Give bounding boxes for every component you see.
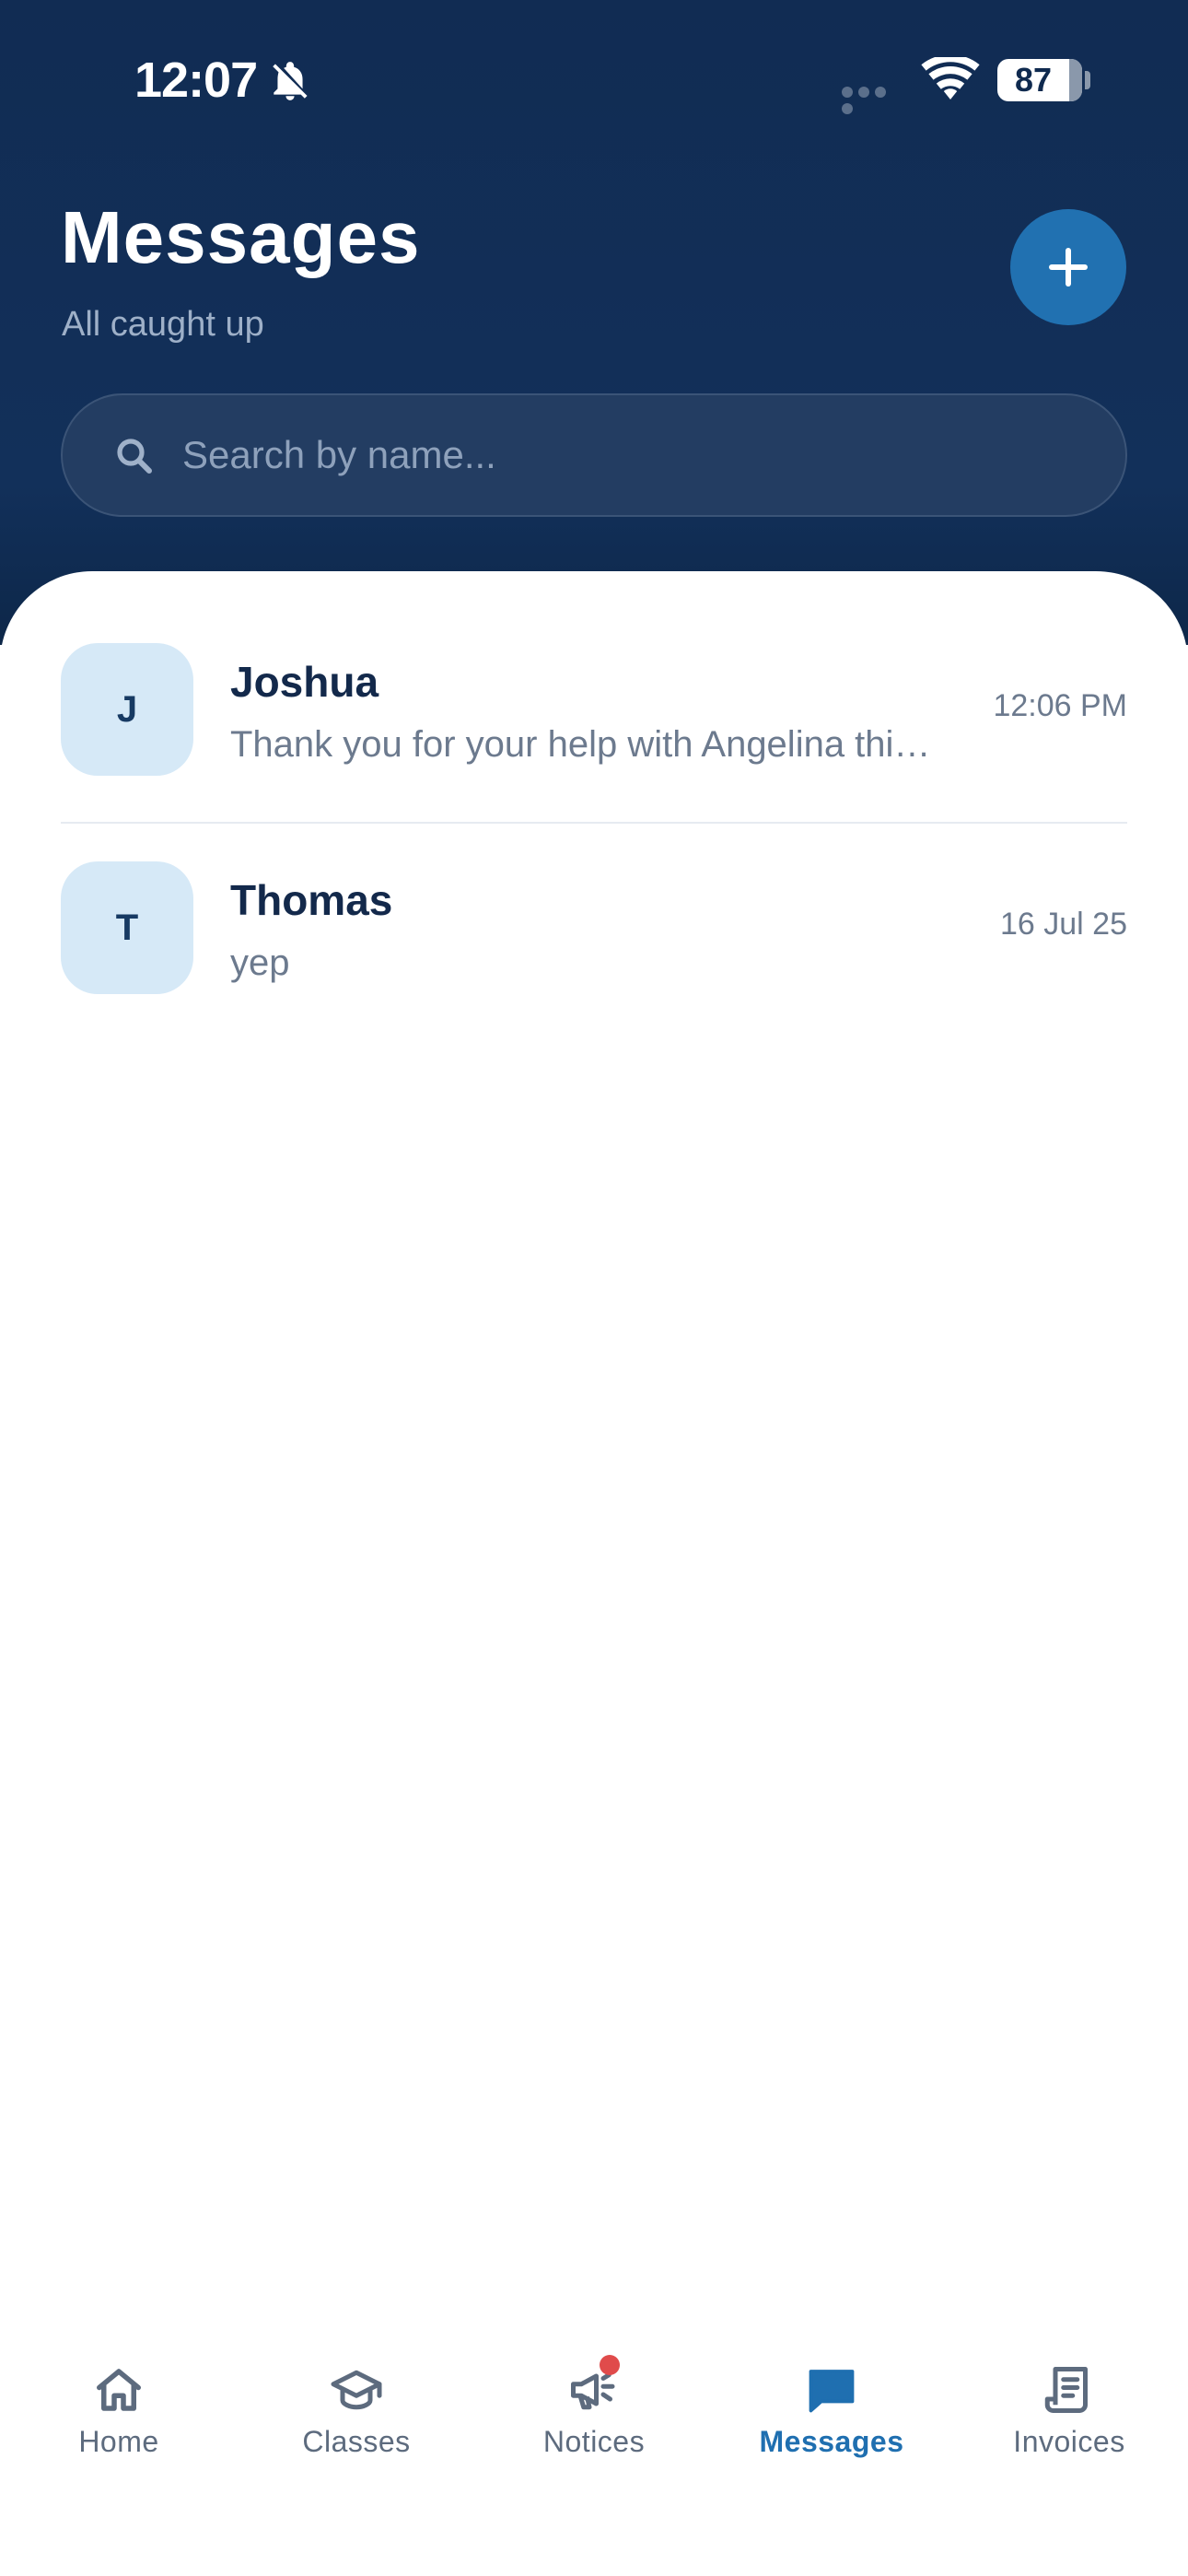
- page-title: Messages: [61, 196, 421, 278]
- new-message-button[interactable]: [1010, 209, 1126, 325]
- notification-badge: [600, 2355, 620, 2375]
- nav-label: Messages: [759, 2425, 904, 2458]
- nav-label: Notices: [542, 2425, 646, 2458]
- home-icon: [97, 2369, 141, 2411]
- nav-item-invoices[interactable]: Invoices: [977, 2322, 1161, 2506]
- cellular-icon: [842, 86, 906, 114]
- chat-bubble-icon: [809, 2370, 855, 2413]
- nav-label: Home: [78, 2425, 159, 2458]
- battery-icon: 87: [997, 59, 1082, 101]
- bottom-navigation: Home Classes Notices Messages Invoices: [0, 2322, 1188, 2576]
- message-time: 16 Jul 25: [1000, 907, 1127, 942]
- receipt-icon: [1044, 2367, 1088, 2413]
- header: 12:07 87 Messages All caught up: [0, 0, 1188, 645]
- search-icon: [117, 439, 152, 474]
- nav-item-messages[interactable]: Messages: [740, 2322, 924, 2506]
- message-preview: yep: [230, 943, 290, 983]
- status-time: 12:07: [134, 53, 258, 108]
- page-subtitle: All caught up: [62, 305, 264, 344]
- conversation-row-joshua[interactable]: J Joshua Thank you for your help with An…: [61, 643, 1127, 861]
- nav-label: Invoices: [1013, 2425, 1125, 2458]
- nav-label: Classes: [302, 2425, 411, 2458]
- contact-name: Joshua: [230, 658, 379, 706]
- battery-cap: [1085, 71, 1090, 89]
- status-bar: 12:07 87: [0, 0, 1188, 161]
- messages-screen: 12:07 87 Messages All caught up Search b…: [0, 0, 1188, 2576]
- message-preview: Thank you for your help with Angelina th…: [230, 724, 931, 765]
- plus-icon: [1049, 248, 1088, 287]
- megaphone-icon: [566, 2355, 622, 2418]
- nav-item-home[interactable]: Home: [27, 2322, 211, 2506]
- nav-item-notices[interactable]: Notices: [502, 2322, 686, 2506]
- search-bar[interactable]: [61, 393, 1127, 517]
- battery-level: 87: [1014, 61, 1053, 99]
- wifi-icon: [921, 57, 980, 100]
- row-divider: [61, 822, 1127, 824]
- message-time: 12:06 PM: [993, 688, 1127, 723]
- nav-item-classes[interactable]: Classes: [264, 2322, 448, 2506]
- avatar: T: [61, 861, 193, 994]
- conversation-row-thomas[interactable]: T Thomas yep 16 Jul 25: [61, 861, 1127, 1079]
- bell-slash-icon: [273, 62, 308, 100]
- contact-name: Thomas: [230, 876, 393, 924]
- conversation-list: J Joshua Thank you for your help with An…: [0, 571, 1188, 2303]
- graduation-cap-icon: [331, 2370, 382, 2410]
- avatar: J: [61, 643, 193, 776]
- search-input[interactable]: [182, 395, 1085, 515]
